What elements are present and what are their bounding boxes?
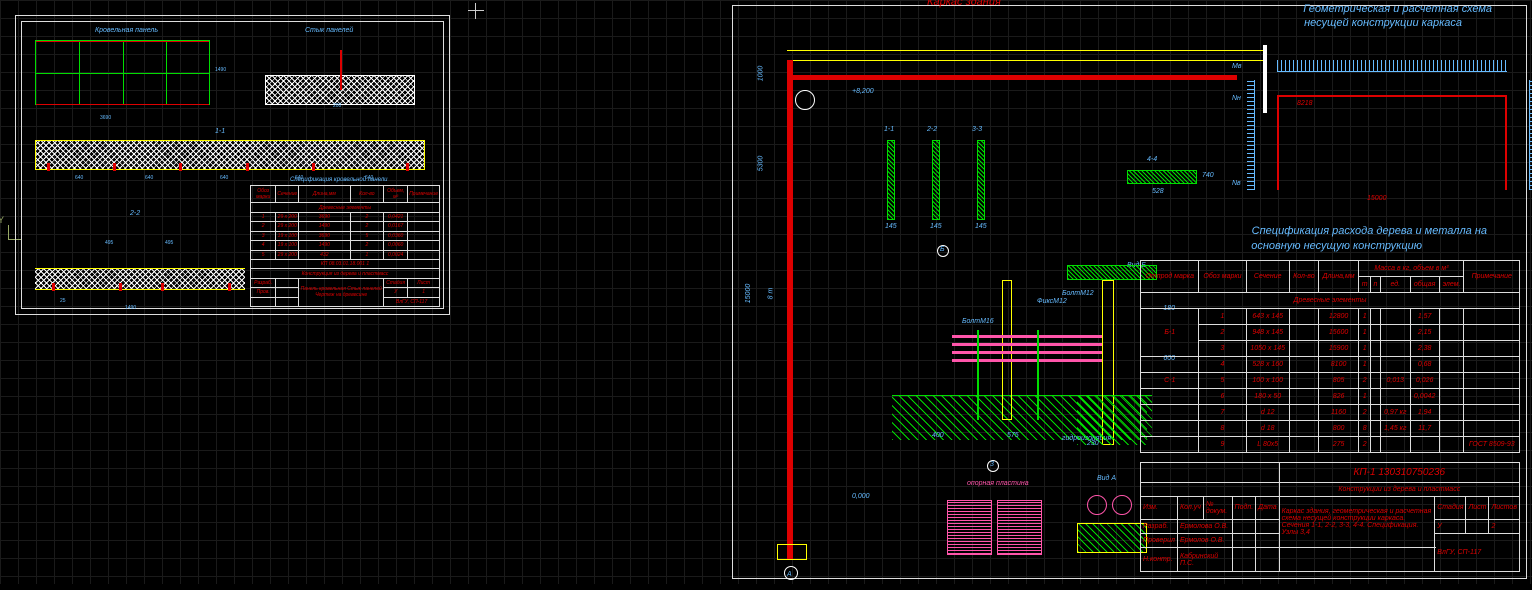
node-B-label: Б — [940, 246, 945, 253]
roof-line-upper — [787, 50, 1267, 51]
section-1-1[interactable] — [35, 140, 425, 170]
stik-title: Стык панелей — [305, 27, 353, 34]
span: 15000 — [1367, 195, 1386, 202]
Ns-label: Nв — [1232, 180, 1241, 187]
cs1-dim: 145 — [885, 223, 897, 230]
cross-sec-2-2[interactable]: 2-2 145 — [932, 140, 940, 225]
cs4-dim: 528 — [1152, 188, 1164, 195]
dim-640b: 640 — [145, 175, 153, 181]
dim-25a: 25 — [60, 298, 66, 304]
cs4-label: 4-4 — [1147, 156, 1157, 163]
schema-title-1: Геометрическая и расчетная схема — [1303, 3, 1492, 15]
nodeB-bolt2 — [1037, 330, 1039, 420]
nodeB-bolt1 — [977, 330, 979, 420]
spec1-title: Спецификация кровельной панели — [290, 177, 388, 183]
spec-table-1[interactable]: Спецификация кровельной панели Обоз марк… — [250, 185, 440, 307]
roof-line — [787, 60, 1267, 61]
dim-200: 200 — [333, 103, 341, 109]
nodeB-400: 400 — [932, 432, 944, 439]
nodeV-230: 230 — [1087, 440, 1099, 447]
cs4-dim2: 740 — [1202, 172, 1214, 179]
sec11-label: 1-1 — [215, 128, 225, 135]
title-block[interactable]: КП-1 130310750236 Конструкции из дерева … — [1140, 462, 1520, 572]
Nn-label: Nн — [1232, 95, 1241, 102]
boltM16-label: БолтМ16 — [962, 318, 994, 325]
boltM12-label: БолтМ12 — [1062, 290, 1094, 297]
schema-col-R — [1505, 95, 1507, 190]
schema-load-top — [1277, 60, 1507, 72]
sheet-1-layout[interactable]: Кровельная панель Стык панелей 3690 1490… — [15, 15, 450, 315]
spec2-title2: основную несущую конструкцию — [1251, 240, 1422, 252]
dim-495a: 495 — [105, 240, 113, 246]
section-2-2[interactable] — [35, 250, 245, 295]
Ms-label: Mв — [1232, 63, 1242, 70]
column-left — [787, 60, 793, 560]
nodeV-found — [1077, 395, 1147, 445]
crosshair-cursor — [468, 3, 484, 19]
titleblk-grid: КП-1 130310750236 Конструкции из дерева … — [1140, 462, 1520, 572]
axis-A-label: А — [787, 571, 792, 578]
ucs-y-label: Y — [0, 215, 4, 225]
nodeB-column — [1002, 280, 1012, 420]
spec-table-2[interactable]: Отпрод марка Обоз марки Сечение Кол-во Д… — [1140, 260, 1520, 453]
cs2-label: 2-2 — [927, 126, 937, 133]
structural-schema[interactable]: Mв Nн Nв Mв Mн 8218 15000 — [1267, 35, 1517, 205]
schema-load-left — [1247, 80, 1255, 190]
cross-sec-3-3[interactable]: 3-3 145 — [977, 140, 985, 225]
nodeA-block1 — [947, 500, 992, 555]
sec22-label: 2-2 — [130, 210, 140, 217]
cs3-dim: 145 — [975, 223, 987, 230]
panel-title: Кровельная панель — [95, 27, 158, 34]
cross-sec-4-4[interactable]: 4-4 528 740 — [1127, 170, 1197, 189]
fixM12-label: ФиксМ12 — [1037, 298, 1067, 305]
dim-495b: 495 — [165, 240, 173, 246]
hcol: 8218 — [1297, 100, 1313, 107]
dim-15000: 15000 — [745, 284, 752, 303]
cs1-label: 1-1 — [884, 126, 894, 133]
beam-horizontal — [787, 75, 1237, 80]
elev-0: 0,000 — [852, 493, 870, 500]
node-circle-B — [795, 90, 815, 110]
cs2-dim: 145 — [930, 223, 942, 230]
schema-title-2: несущей конструкции каркаса — [1304, 17, 1462, 29]
dim-3690: 3690 — [100, 115, 111, 121]
dim-640c: 640 — [220, 175, 228, 181]
joint-seam — [340, 50, 342, 90]
node-A-detail[interactable]: опорная пластина — [947, 480, 1147, 590]
dim-1490: 1490 — [215, 67, 226, 73]
dim-640a: 640 — [75, 175, 83, 181]
dim-5300: 5300 — [757, 156, 764, 172]
sheet-2-layout[interactable]: Каркас здания Геометрическая и расчетная… — [727, 0, 1532, 584]
sec11-hatch — [35, 140, 425, 170]
frame-building-title: Каркас здания — [927, 0, 1001, 8]
nodeA-caption: опорная пластина — [967, 480, 1029, 487]
sec22-hatch — [35, 268, 245, 290]
node-3-label: 3 — [990, 461, 994, 468]
schema-col-L — [1277, 95, 1279, 190]
elev-8200: +8,200 — [852, 88, 874, 95]
nodeA-side-view — [1077, 485, 1147, 565]
dim-8t: 8 т — [767, 288, 774, 300]
joint-detail[interactable]: 200 — [265, 55, 415, 105]
dim-1000: 1000 — [757, 66, 764, 82]
schema-beam — [1277, 95, 1507, 97]
cs3-label: 3-3 — [972, 126, 982, 133]
spec2-title1: Спецификация расхода дерева и металла на — [1252, 225, 1487, 237]
nodeA-block2 — [997, 500, 1042, 555]
spec1-grid: Обоз маркиСечениеДлина,ммКол-воОбъем, м³… — [250, 185, 440, 307]
roof-panel-plan[interactable] — [35, 40, 210, 105]
dim-1490b: 1490 — [125, 305, 136, 311]
spec2-grid: Отпрод марка Обоз марки Сечение Кол-во Д… — [1140, 260, 1520, 453]
cross-sec-1-1[interactable]: 1-1 145 — [887, 140, 895, 225]
nodeB-575: 575 — [1007, 432, 1019, 439]
foundation-base — [777, 544, 807, 560]
